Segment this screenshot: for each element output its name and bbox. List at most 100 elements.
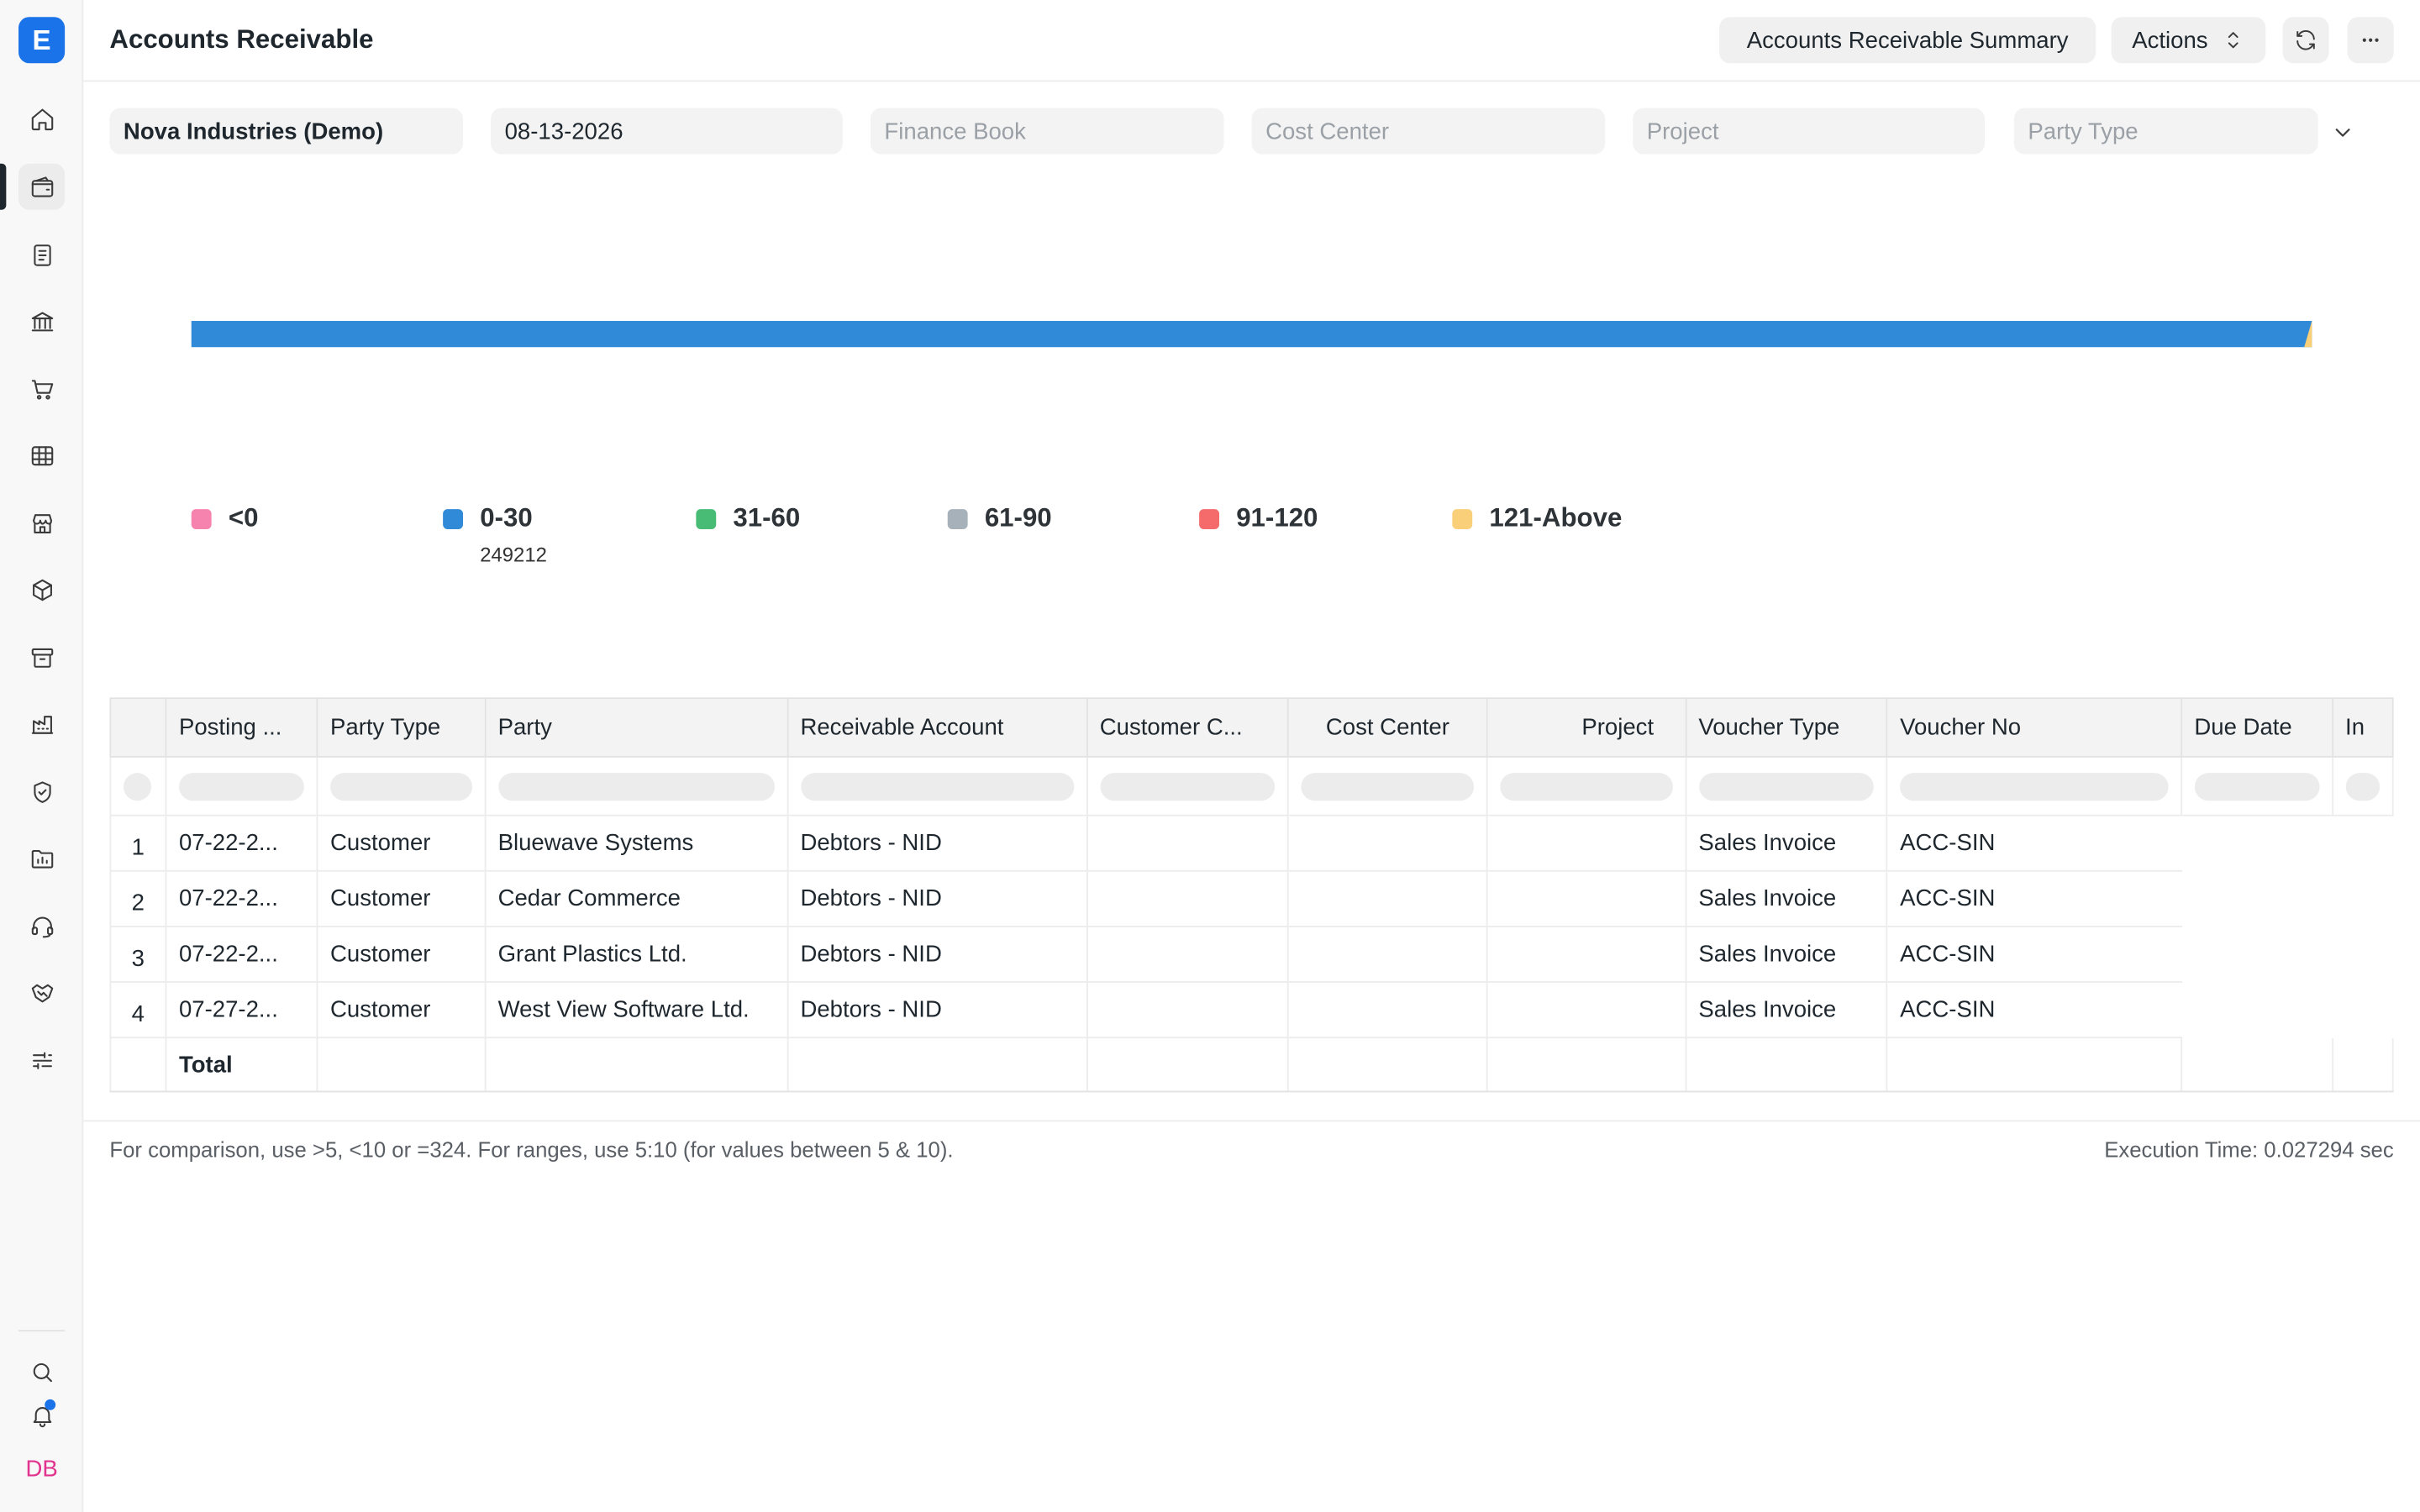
customer-contact-cell[interactable]: [1086, 869, 1289, 927]
table-row[interactable]: 4 07-27-2... Customer West View Software…: [109, 981, 2392, 1039]
voucher-no-cell[interactable]: ACC-SIN: [1886, 981, 2181, 1039]
column-header[interactable]: Party: [484, 697, 788, 758]
voucher-no-cell[interactable]: ACC-SIN: [1886, 869, 2181, 927]
table-row[interactable]: 1 07-22-2... Customer Bluewave Systems D…: [109, 814, 2392, 872]
sidebar-item-invoices[interactable]: [18, 232, 65, 278]
customer-contact-cell[interactable]: [1086, 981, 1289, 1039]
column-filter-input[interactable]: [124, 772, 152, 801]
voucher-type-cell[interactable]: Sales Invoice: [1684, 981, 1888, 1039]
voucher-no-cell[interactable]: ACC-SIN: [1886, 814, 2181, 872]
sidebar-item-home[interactable]: [18, 96, 65, 142]
sidebar-item-accounting[interactable]: [18, 163, 66, 210]
party-type-cell[interactable]: Customer: [316, 981, 486, 1039]
date-filter[interactable]: 08-13-2026: [491, 108, 843, 155]
summary-button[interactable]: Accounts Receivable Summary: [1719, 17, 2096, 64]
sidebar-item-support[interactable]: [18, 902, 65, 948]
project-cell[interactable]: [1486, 926, 1686, 983]
party-type-cell[interactable]: Customer: [316, 869, 486, 927]
notifications-button[interactable]: [18, 1392, 65, 1438]
column-filter-input[interactable]: [1900, 772, 2169, 801]
avatar[interactable]: DB: [18, 1449, 65, 1489]
column-filter-input[interactable]: [2345, 772, 2381, 801]
column-header[interactable]: Voucher Type: [1684, 697, 1888, 758]
project-cell[interactable]: [1486, 814, 1686, 872]
finance-book-filter[interactable]: Finance Book: [870, 108, 1224, 155]
party-cell[interactable]: West View Software Ltd.: [484, 981, 788, 1039]
column-header[interactable]: Posting ...: [165, 697, 318, 758]
party-cell[interactable]: Bluewave Systems: [484, 814, 788, 872]
column-filter-cell: [2180, 755, 2333, 816]
sidebar-item-projects[interactable]: [18, 835, 65, 881]
legend-value: 249212: [480, 543, 547, 567]
voucher-type-cell[interactable]: Sales Invoice: [1684, 869, 1888, 927]
party-cell[interactable]: Grant Plastics Ltd.: [484, 926, 788, 983]
posting-date-cell[interactable]: 07-22-2...: [165, 926, 318, 983]
column-header[interactable]: Cost Center: [1287, 697, 1488, 758]
column-header[interactable]: In: [2331, 697, 2394, 758]
project-cell[interactable]: [1486, 869, 1686, 927]
column-header[interactable]: Project: [1486, 697, 1686, 758]
customer-contact-cell[interactable]: [1086, 926, 1289, 983]
column-filter-input[interactable]: [330, 772, 472, 801]
project-filter[interactable]: Project: [1633, 108, 1985, 155]
column-filter-input[interactable]: [1099, 772, 1276, 801]
more-filters-toggle[interactable]: [2328, 118, 2359, 149]
receivable-account-cell[interactable]: Debtors - NID: [786, 814, 1088, 872]
cost-center-cell[interactable]: [1287, 814, 1488, 872]
party-type-filter[interactable]: Party Type: [2013, 108, 2318, 155]
sidebar-item-crm[interactable]: [18, 969, 65, 1015]
column-header[interactable]: Party Type: [316, 697, 486, 758]
column-filter-input[interactable]: [2194, 772, 2319, 801]
column-filter-input[interactable]: [178, 772, 304, 801]
column-filter-input[interactable]: [1500, 772, 1673, 801]
table-row[interactable]: 2 07-22-2... Customer Cedar Commerce Deb…: [109, 869, 2392, 927]
cost-center-cell[interactable]: [1287, 981, 1488, 1039]
project-cell[interactable]: [1486, 981, 1686, 1039]
total-cell: [1886, 1037, 2182, 1091]
cost-center-cell[interactable]: [1287, 926, 1488, 983]
sidebar-item-stock[interactable]: [18, 566, 65, 612]
column-filter-input[interactable]: [1301, 772, 1475, 801]
column-header[interactable]: Receivable Account: [786, 697, 1088, 758]
party-type-cell[interactable]: Customer: [316, 814, 486, 872]
cost-center-filter[interactable]: Cost Center: [1251, 108, 1606, 155]
column-filter-input[interactable]: [1698, 772, 1874, 801]
receivable-account-cell[interactable]: Debtors - NID: [786, 981, 1088, 1039]
sidebar-item-quality[interactable]: [18, 769, 65, 815]
posting-date-cell[interactable]: 07-22-2...: [165, 869, 318, 927]
app-logo[interactable]: E: [18, 17, 66, 64]
voucher-no-cell[interactable]: ACC-SIN: [1886, 926, 2181, 983]
search-button[interactable]: [18, 1348, 65, 1394]
column-header[interactable]: Customer C...: [1086, 697, 1289, 758]
sidebar-item-assets[interactable]: [18, 634, 65, 680]
total-cell: [1086, 1037, 1289, 1091]
receivable-account-cell[interactable]: Debtors - NID: [786, 869, 1088, 927]
posting-date-cell[interactable]: 07-22-2...: [165, 814, 318, 872]
voucher-type-cell[interactable]: Sales Invoice: [1684, 926, 1888, 983]
more-button[interactable]: [2347, 17, 2394, 64]
column-filter-input[interactable]: [497, 772, 775, 801]
party-cell[interactable]: Cedar Commerce: [484, 869, 788, 927]
column-filter-input[interactable]: [800, 772, 1074, 801]
sidebar-item-reports[interactable]: [18, 432, 65, 478]
actions-button[interactable]: Actions: [2111, 17, 2266, 64]
receivable-account-cell[interactable]: Debtors - NID: [786, 926, 1088, 983]
column-header[interactable]: Due Date: [2180, 697, 2333, 758]
column-filter-cell: [2331, 755, 2394, 816]
company-filter[interactable]: Nova Industries (Demo): [109, 108, 464, 155]
posting-date-cell[interactable]: 07-27-2...: [165, 981, 318, 1039]
sidebar-item-settings[interactable]: [18, 1037, 65, 1083]
party-type-cell[interactable]: Customer: [316, 926, 486, 983]
cost-center-cell[interactable]: [1287, 869, 1488, 927]
column-header[interactable]: Voucher No: [1886, 697, 2182, 758]
sidebar-item-manufacturing[interactable]: [18, 701, 65, 747]
search-icon: [32, 1362, 52, 1382]
bar-segment-1[interactable]: [191, 321, 2312, 348]
voucher-type-cell[interactable]: Sales Invoice: [1684, 814, 1888, 872]
sidebar-item-banking[interactable]: [18, 297, 65, 344]
table-row[interactable]: 3 07-22-2... Customer Grant Plastics Ltd…: [109, 926, 2392, 983]
customer-contact-cell[interactable]: [1086, 814, 1289, 872]
refresh-button[interactable]: [2282, 17, 2329, 64]
sidebar-item-selling[interactable]: [18, 500, 65, 546]
sidebar-item-buying[interactable]: [18, 365, 65, 412]
